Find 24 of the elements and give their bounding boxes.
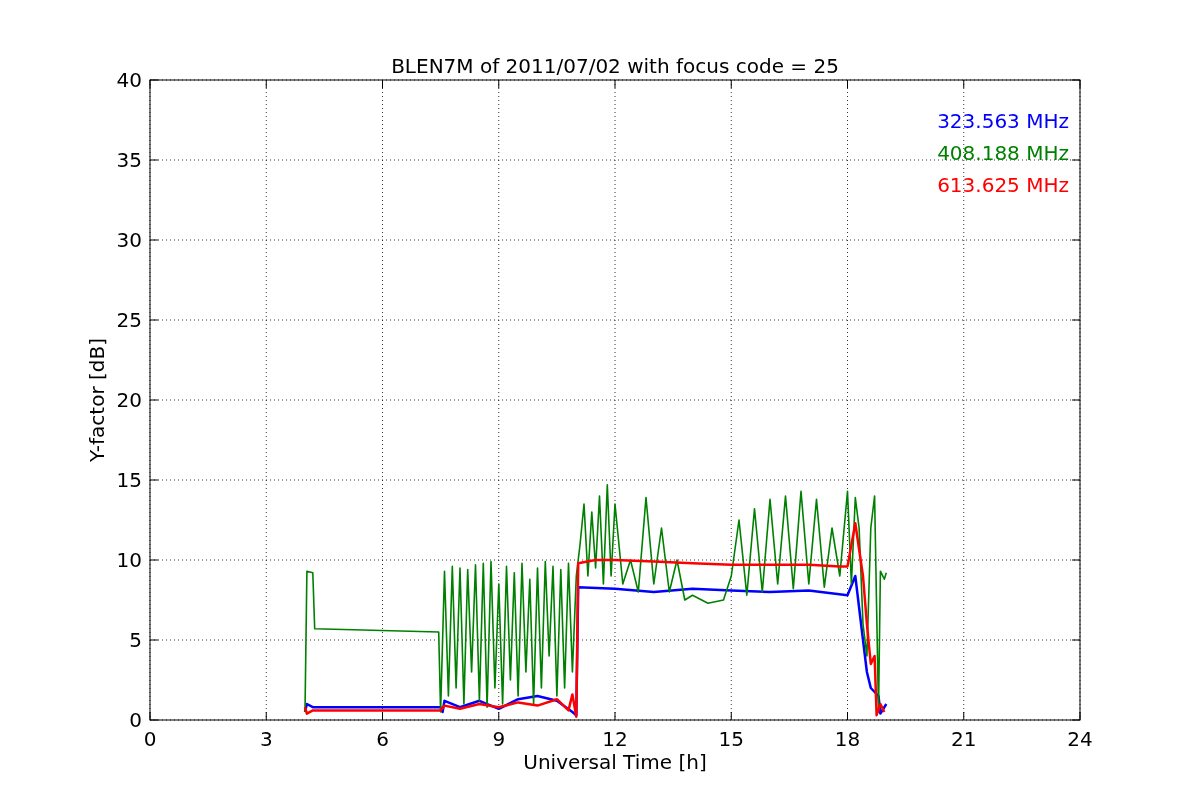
tick-label: 24 [1067, 727, 1093, 751]
tick-label: 15 [718, 727, 744, 751]
tick-label: 6 [376, 727, 389, 751]
tick-label: 18 [834, 727, 861, 751]
legend-label: 408.188 MHz [937, 141, 1069, 165]
tick-label: 15 [116, 468, 142, 492]
tick-label: 5 [129, 628, 142, 652]
tick-label: 25 [116, 308, 142, 332]
tick-label: 40 [116, 68, 142, 92]
tick-label: 0 [129, 708, 142, 732]
legend-label: 613.625 MHz [937, 173, 1069, 197]
tick-label: 30 [116, 228, 142, 252]
tick-label: 10 [116, 548, 142, 572]
axis-label: Universal Time [h] [523, 750, 707, 774]
axis-label: Y-factor [dB] [85, 338, 109, 462]
tick-label: 9 [492, 727, 506, 751]
tick-label: 35 [116, 148, 142, 172]
tick-label: 21 [951, 727, 977, 751]
tick-label: 3 [259, 727, 273, 751]
chart-title: BLEN7M of 2011/07/02 with focus code = 25 [391, 54, 839, 78]
tick-label: 12 [602, 727, 628, 751]
tick-label: 20 [116, 388, 142, 412]
tick-label: 0 [143, 727, 157, 751]
legend-label: 323.563 MHz [937, 109, 1069, 133]
